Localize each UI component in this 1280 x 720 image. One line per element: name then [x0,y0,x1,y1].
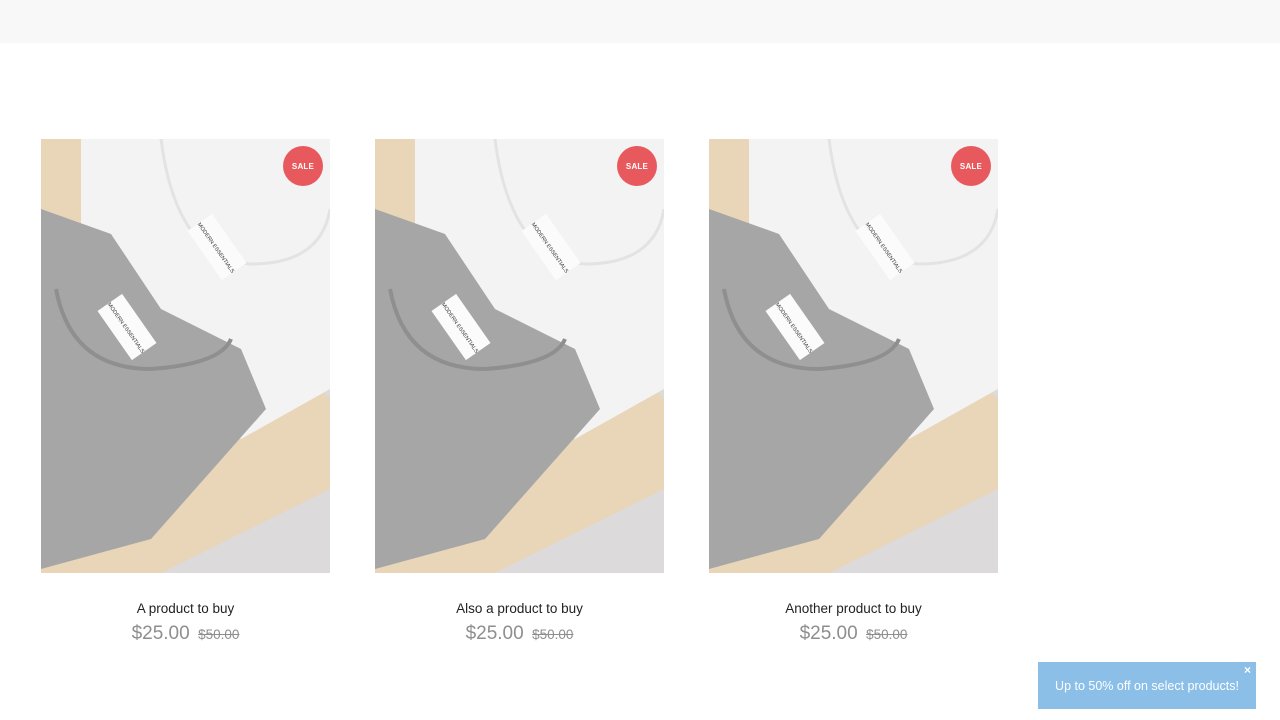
header-bar [0,0,1280,43]
price-row: $25.00 $50.00 [375,623,664,646]
tshirt-photo: MODERN ESSENTIALS MODERN ESSENTIALS [709,139,998,573]
product-card[interactable]: MODERN ESSENTIALS MODERN ESSENTIALS SALE… [41,139,330,646]
sale-price: $25.00 [131,623,190,644]
compare-price: $50.00 [532,627,574,642]
product-card[interactable]: MODERN ESSENTIALS MODERN ESSENTIALS SALE… [709,139,998,646]
price-row: $25.00 $50.00 [709,623,998,646]
product-title[interactable]: Also a product to buy [375,601,664,617]
sale-price: $25.00 [799,623,858,644]
product-card[interactable]: MODERN ESSENTIALS MODERN ESSENTIALS SALE… [375,139,664,646]
product-title[interactable]: A product to buy [41,601,330,617]
promo-banner[interactable]: Up to 50% off on select products! × [1038,662,1256,709]
compare-price: $50.00 [866,627,908,642]
tshirt-photo: MODERN ESSENTIALS MODERN ESSENTIALS [41,139,330,573]
sale-badge: SALE [951,146,991,186]
compare-price: $50.00 [198,627,240,642]
sale-badge: SALE [617,146,657,186]
product-image[interactable]: MODERN ESSENTIALS MODERN ESSENTIALS SALE [375,139,664,573]
sale-badge: SALE [283,146,323,186]
product-title[interactable]: Another product to buy [709,601,998,617]
close-icon[interactable]: × [1244,663,1251,677]
product-image[interactable]: MODERN ESSENTIALS MODERN ESSENTIALS SALE [41,139,330,573]
tshirt-photo: MODERN ESSENTIALS MODERN ESSENTIALS [375,139,664,573]
product-image[interactable]: MODERN ESSENTIALS MODERN ESSENTIALS SALE [709,139,998,573]
promo-text: Up to 50% off on select products! [1055,678,1239,693]
price-row: $25.00 $50.00 [41,623,330,646]
sale-price: $25.00 [465,623,524,644]
